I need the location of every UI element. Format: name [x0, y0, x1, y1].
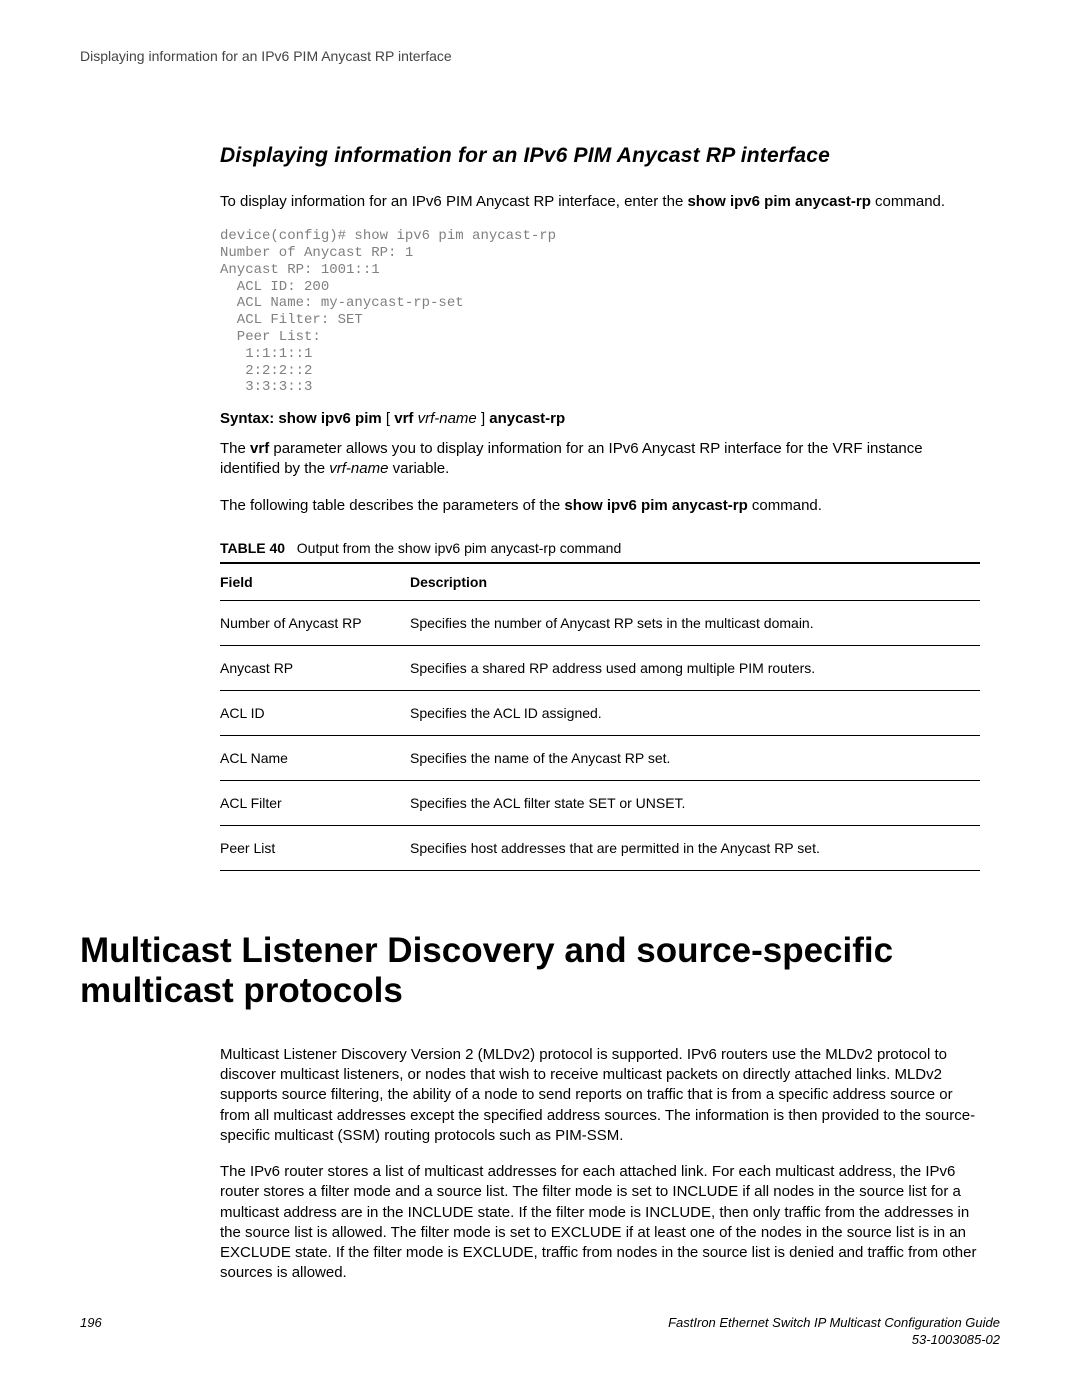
table-row: ACL Filter Specifies the ACL filter stat… — [220, 780, 980, 825]
syntax-cmd1: show ipv6 pim — [278, 410, 381, 427]
table-row: Peer List Specifies host addresses that … — [220, 825, 980, 870]
cell-field: Anycast RP — [220, 645, 410, 690]
vrf-text-c: parameter allows you to display informat… — [220, 440, 923, 477]
table-row: Anycast RP Specifies a shared RP address… — [220, 645, 980, 690]
cell-field: ACL ID — [220, 690, 410, 735]
table-caption-text: Output from the show ipv6 pim anycast-rp… — [297, 540, 621, 556]
syntax-line: Syntax: show ipv6 pim [ vrf vrf-name ] a… — [220, 410, 980, 427]
page-number: 196 — [80, 1315, 102, 1330]
cell-field: Peer List — [220, 825, 410, 870]
cell-desc: Specifies the ACL ID assigned. — [410, 690, 980, 735]
section-heading: Displaying information for an IPv6 PIM A… — [220, 144, 980, 168]
table-row: ACL ID Specifies the ACL ID assigned. — [220, 690, 980, 735]
syntax-vrf-kw: vrf — [394, 410, 413, 427]
cell-desc: Specifies the ACL filter state SET or UN… — [410, 780, 980, 825]
cell-desc: Specifies a shared RP address used among… — [410, 645, 980, 690]
table-lead-b: command. — [748, 497, 822, 514]
intro-text-pre: To display information for an IPv6 PIM A… — [220, 193, 687, 210]
table-lead: The following table describes the parame… — [220, 496, 980, 516]
cell-desc: Specifies the number of Anycast RP sets … — [410, 600, 980, 645]
footer-doc-number: 53-1003085-02 — [912, 1332, 1000, 1347]
table-header-row: Field Description — [220, 563, 980, 601]
footer-book-title: FastIron Ethernet Switch IP Multicast Co… — [668, 1315, 1000, 1330]
vrf-paragraph: The vrf parameter allows you to display … — [220, 439, 980, 480]
vrf-arg: vrf-name — [329, 460, 388, 477]
cli-output: device(config)# show ipv6 pim anycast-rp… — [220, 228, 980, 396]
running-header: Displaying information for an IPv6 PIM A… — [80, 48, 1000, 64]
page-footer: 196 FastIron Ethernet Switch IP Multicas… — [80, 1315, 1000, 1349]
cell-desc: Specifies host addresses that are permit… — [410, 825, 980, 870]
cell-desc: Specifies the name of the Anycast RP set… — [410, 735, 980, 780]
table-row: Number of Anycast RP Specifies the numbe… — [220, 600, 980, 645]
document-page: Displaying information for an IPv6 PIM A… — [0, 0, 1080, 1397]
table-row: ACL Name Specifies the name of the Anyca… — [220, 735, 980, 780]
intro-paragraph: To display information for an IPv6 PIM A… — [220, 192, 980, 212]
th-desc: Description — [410, 563, 980, 601]
table-lead-cmd: show ipv6 pim anycast-rp — [564, 497, 747, 514]
mld-paragraph-2: The IPv6 router stores a list of multica… — [220, 1162, 980, 1284]
cell-field: ACL Filter — [220, 780, 410, 825]
cell-field: ACL Name — [220, 735, 410, 780]
cell-field: Number of Anycast RP — [220, 600, 410, 645]
syntax-vrf-arg: vrf-name — [418, 410, 477, 427]
syntax-cmd2: anycast-rp — [489, 410, 565, 427]
section-anycast-rp: Displaying information for an IPv6 PIM A… — [220, 144, 980, 871]
mld-paragraph-1: Multicast Listener Discovery Version 2 (… — [220, 1045, 980, 1146]
section-mld-body: Multicast Listener Discovery Version 2 (… — [220, 1045, 980, 1284]
parameters-table: Field Description Number of Anycast RP S… — [220, 562, 980, 871]
th-field: Field — [220, 563, 410, 601]
vrf-kw: vrf — [250, 440, 269, 457]
section-heading-mld: Multicast Listener Discovery and source-… — [80, 931, 1000, 1011]
syntax-bracket-close: ] — [481, 410, 485, 427]
syntax-bracket-open: [ — [386, 410, 390, 427]
vrf-text-a: The — [220, 440, 250, 457]
table-lead-a: The following table describes the parame… — [220, 497, 564, 514]
vrf-text-e: variable. — [388, 460, 449, 477]
intro-command: show ipv6 pim anycast-rp — [687, 193, 870, 210]
syntax-label: Syntax: — [220, 410, 274, 427]
table-caption: TABLE 40 Output from the show ipv6 pim a… — [220, 540, 980, 556]
intro-text-post: command. — [871, 193, 945, 210]
table-number: TABLE 40 — [220, 540, 285, 556]
